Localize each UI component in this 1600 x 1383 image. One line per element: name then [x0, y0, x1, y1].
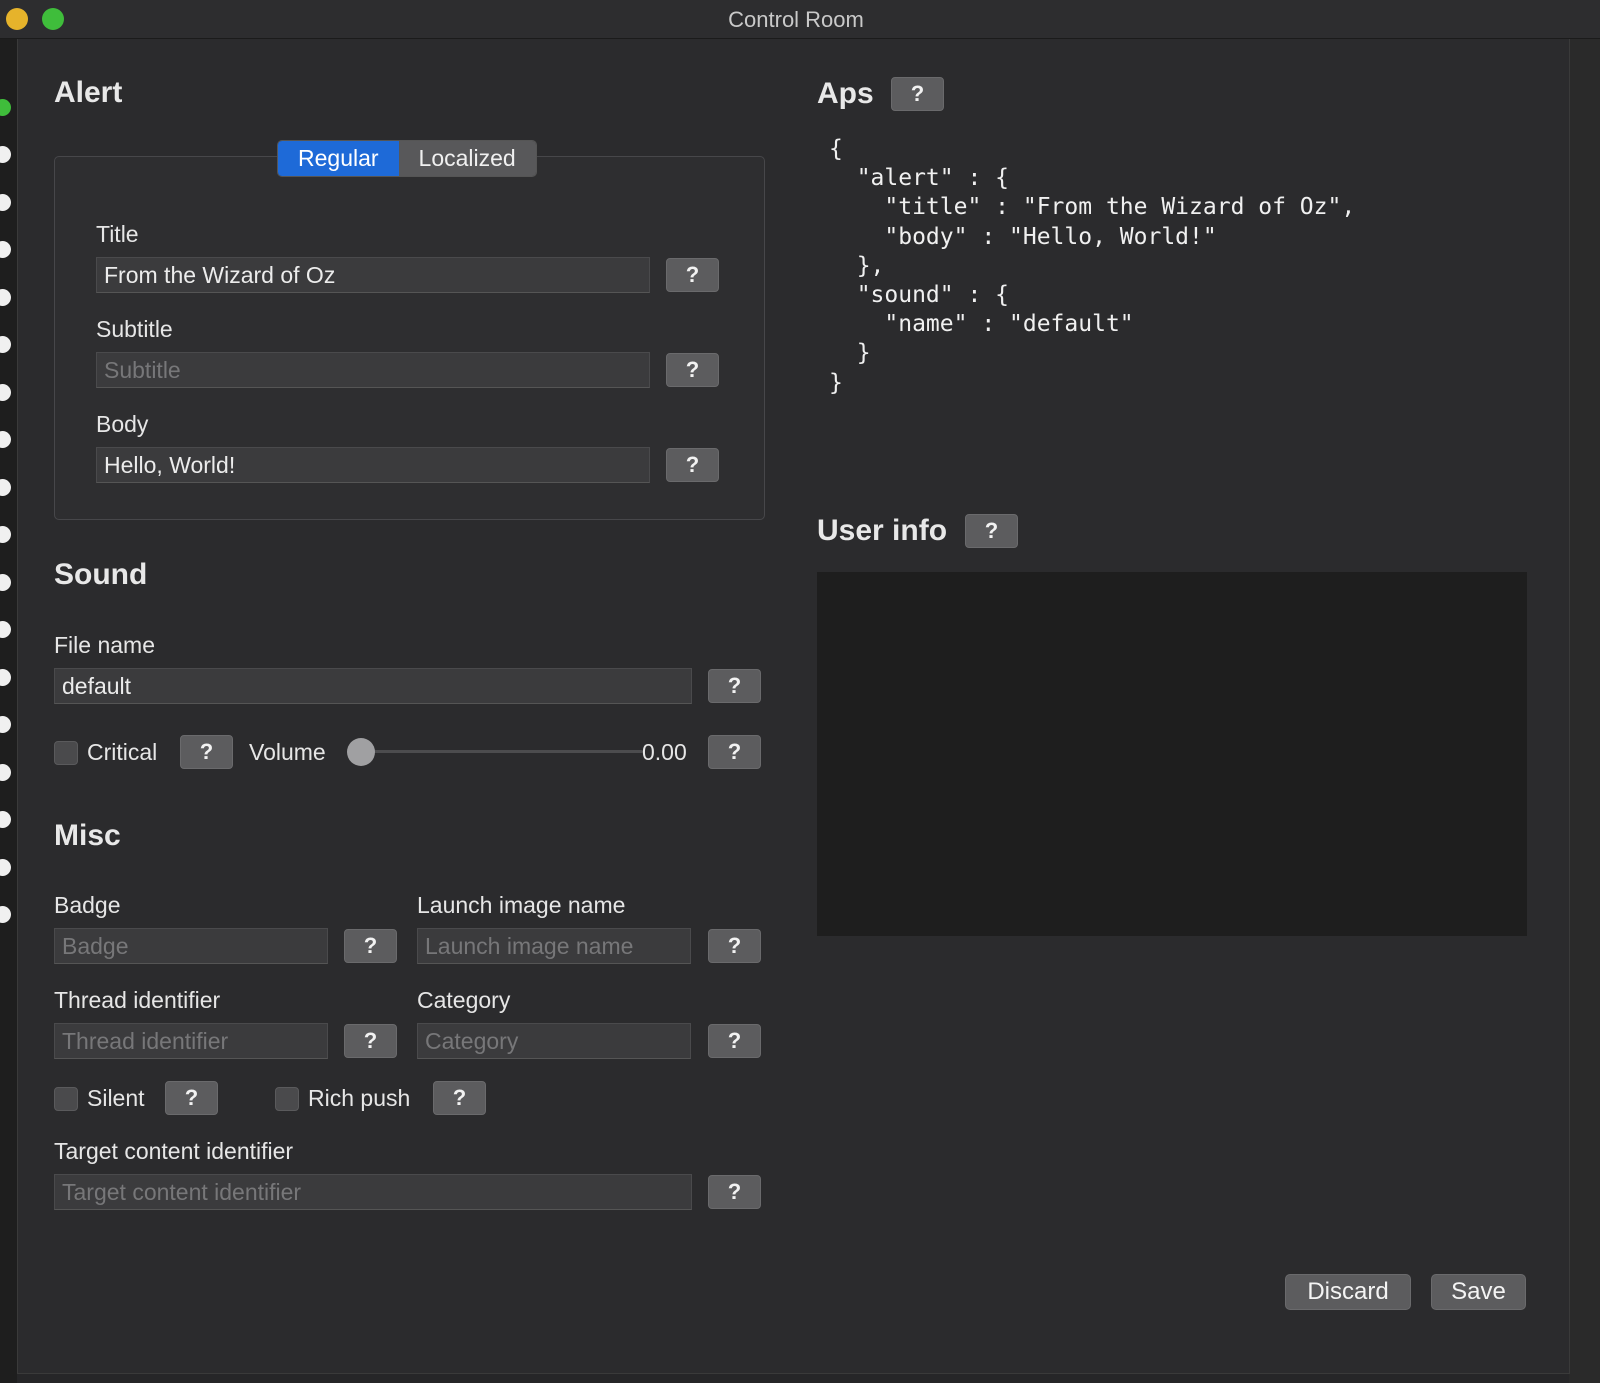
target-content-identifier-help-button[interactable]: ?: [708, 1175, 761, 1209]
status-dot: [0, 764, 11, 781]
thread-identifier-field[interactable]: [54, 1023, 328, 1059]
right-window-edge: [1569, 39, 1600, 1383]
user-info-help-button[interactable]: ?: [965, 514, 1018, 548]
status-dot: [0, 574, 11, 591]
tab-localized[interactable]: Localized: [398, 141, 536, 176]
file-name-field[interactable]: [54, 668, 692, 704]
badge-field[interactable]: [54, 928, 328, 964]
launch-image-label: Launch image name: [417, 892, 626, 918]
target-content-identifier-field[interactable]: [54, 1174, 692, 1210]
category-field[interactable]: [417, 1023, 691, 1059]
left-sidebar-edge: [0, 39, 17, 1383]
target-content-identifier-label: Target content identifier: [54, 1138, 294, 1164]
status-dot: [0, 906, 11, 923]
subtitle-label: Subtitle: [96, 316, 173, 342]
body-help-button[interactable]: ?: [666, 448, 719, 482]
category-label: Category: [417, 987, 511, 1013]
critical-help-button[interactable]: ?: [180, 735, 233, 769]
status-dot: [0, 241, 11, 258]
file-name-label: File name: [54, 632, 155, 658]
alert-heading: Alert: [54, 76, 123, 109]
status-dot: [0, 621, 11, 638]
volume-value: 0.00: [642, 739, 687, 765]
alert-mode-segmented-control[interactable]: Regular Localized: [277, 140, 537, 177]
save-button[interactable]: Save: [1431, 1274, 1526, 1310]
aps-heading: Aps: [817, 77, 874, 110]
file-name-help-button[interactable]: ?: [708, 669, 761, 703]
status-dot: [0, 336, 11, 353]
silent-label: Silent: [87, 1085, 145, 1111]
status-dot: [0, 384, 11, 401]
status-dot: [0, 811, 11, 828]
status-dot: [0, 289, 11, 306]
status-dot: [0, 431, 11, 448]
rich-push-label: Rich push: [308, 1085, 411, 1111]
category-help-button[interactable]: ?: [708, 1024, 761, 1058]
title-field[interactable]: [96, 257, 650, 293]
thread-identifier-help-button[interactable]: ?: [344, 1024, 397, 1058]
title-bar: Control Room: [0, 0, 1600, 39]
status-dot: [0, 146, 11, 163]
thread-identifier-label: Thread identifier: [54, 987, 221, 1013]
title-help-button[interactable]: ?: [666, 258, 719, 292]
subtitle-field[interactable]: [96, 352, 650, 388]
discard-button[interactable]: Discard: [1285, 1274, 1411, 1310]
user-info-editor[interactable]: [817, 572, 1527, 936]
aps-json-preview: { "alert" : { "title" : "From the Wizard…: [829, 136, 1356, 396]
status-dot: [0, 194, 11, 211]
control-room-sheet: Alert Regular Localized Title ? Subtitle…: [17, 39, 1570, 1374]
aps-help-button[interactable]: ?: [891, 77, 944, 111]
volume-slider-knob[interactable]: [347, 738, 375, 766]
body-field[interactable]: [96, 447, 650, 483]
status-dot: [0, 526, 11, 543]
badge-help-button[interactable]: ?: [344, 929, 397, 963]
tab-regular[interactable]: Regular: [278, 141, 399, 176]
badge-label: Badge: [54, 892, 121, 918]
volume-help-button[interactable]: ?: [708, 735, 761, 769]
silent-checkbox[interactable]: [54, 1087, 78, 1111]
launch-image-help-button[interactable]: ?: [708, 929, 761, 963]
status-dot: [0, 859, 11, 876]
user-info-heading: User info: [817, 514, 948, 547]
status-dot: [0, 99, 11, 116]
title-label: Title: [96, 221, 139, 247]
body-label: Body: [96, 411, 149, 437]
status-dot: [0, 669, 11, 686]
window-title: Control Room: [728, 7, 864, 32]
subtitle-help-button[interactable]: ?: [666, 353, 719, 387]
misc-heading: Misc: [54, 819, 121, 852]
critical-label: Critical: [87, 739, 158, 765]
status-dot: [0, 479, 11, 496]
sound-heading: Sound: [54, 558, 148, 591]
volume-label: Volume: [249, 739, 326, 765]
rich-push-help-button[interactable]: ?: [433, 1081, 486, 1115]
launch-image-field[interactable]: [417, 928, 691, 964]
rich-push-checkbox[interactable]: [275, 1087, 299, 1111]
critical-checkbox[interactable]: [54, 741, 78, 765]
volume-slider-track[interactable]: [363, 750, 643, 753]
status-dot: [0, 716, 11, 733]
silent-help-button[interactable]: ?: [165, 1081, 218, 1115]
